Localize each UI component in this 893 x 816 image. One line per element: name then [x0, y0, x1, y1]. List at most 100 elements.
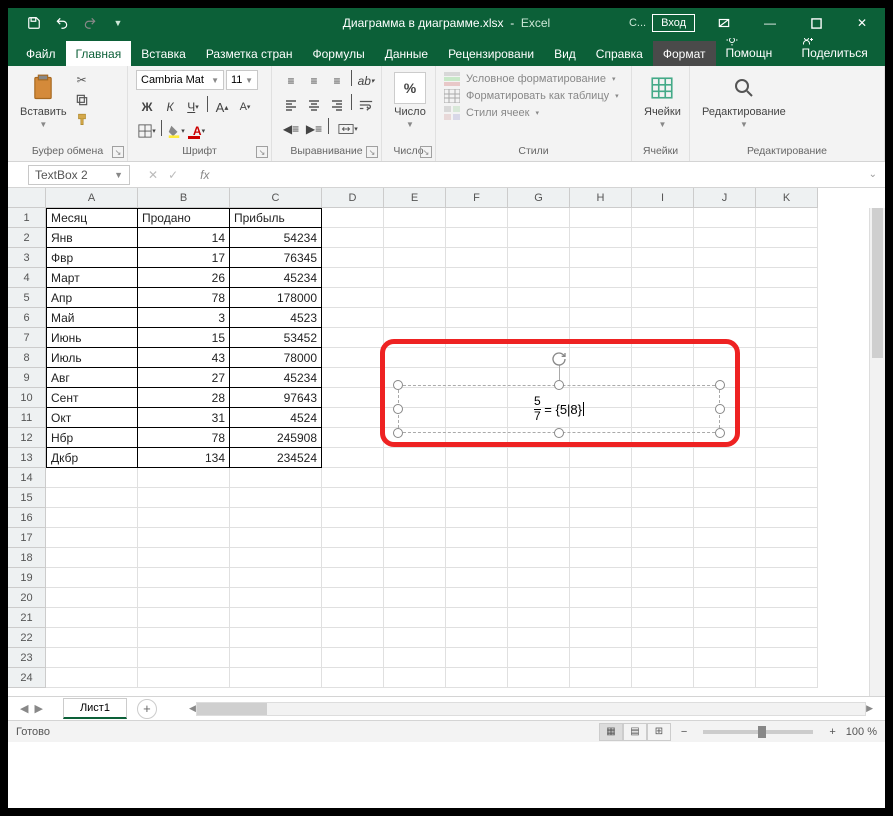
tab-review[interactable]: Рецензировани [438, 41, 544, 66]
cell[interactable] [756, 268, 818, 288]
grow-font-button[interactable]: A▴ [211, 96, 233, 118]
cell[interactable] [446, 288, 508, 308]
cell[interactable] [508, 628, 570, 648]
cell[interactable] [632, 628, 694, 648]
resize-handle[interactable] [393, 380, 403, 390]
cell[interactable] [508, 488, 570, 508]
cell[interactable] [508, 468, 570, 488]
zoom-out-button[interactable]: − [681, 726, 687, 738]
cell[interactable] [508, 228, 570, 248]
cell[interactable]: Окт [46, 408, 138, 428]
font-size-dropdown[interactable]: 11▼ [226, 70, 258, 90]
col-header[interactable]: I [632, 188, 694, 208]
cell[interactable] [230, 528, 322, 548]
cell[interactable] [138, 548, 230, 568]
cell[interactable] [756, 668, 818, 688]
cell[interactable] [508, 568, 570, 588]
cell[interactable] [756, 528, 818, 548]
cell[interactable] [632, 488, 694, 508]
cell[interactable] [632, 208, 694, 228]
fill-color-button[interactable]: ▾ [165, 120, 187, 142]
borders-button[interactable]: ▾ [136, 120, 158, 142]
wrap-button[interactable] [355, 94, 377, 116]
cell[interactable] [632, 248, 694, 268]
cell[interactable] [632, 448, 694, 468]
cell[interactable] [508, 588, 570, 608]
cell[interactable] [384, 248, 446, 268]
cell[interactable] [46, 528, 138, 548]
cell[interactable] [570, 248, 632, 268]
align-center-button[interactable] [303, 94, 325, 116]
cell[interactable] [570, 488, 632, 508]
cell[interactable] [138, 588, 230, 608]
orientation-button[interactable]: ab▾ [355, 70, 377, 92]
cell[interactable] [384, 288, 446, 308]
cell[interactable] [570, 208, 632, 228]
merge-button[interactable]: ▾ [332, 118, 364, 140]
cell[interactable] [570, 568, 632, 588]
row-header[interactable]: 6 [8, 308, 46, 328]
row-header[interactable]: 24 [8, 668, 46, 688]
cell[interactable]: 53452 [230, 328, 322, 348]
cell[interactable] [230, 548, 322, 568]
clipboard-dialog-icon[interactable]: ↘ [112, 146, 124, 158]
cell[interactable] [446, 468, 508, 488]
col-header[interactable]: F [446, 188, 508, 208]
select-all-corner[interactable] [8, 188, 46, 208]
cell[interactable] [384, 488, 446, 508]
row-header[interactable]: 15 [8, 488, 46, 508]
cell[interactable] [694, 448, 756, 468]
cell[interactable]: Авг [46, 368, 138, 388]
sheet-next-icon[interactable]: ▶ [34, 702, 42, 715]
cell[interactable] [446, 508, 508, 528]
resize-handle[interactable] [715, 428, 725, 438]
row-header[interactable]: 14 [8, 468, 46, 488]
row-header[interactable]: 22 [8, 628, 46, 648]
col-header[interactable]: H [570, 188, 632, 208]
cell[interactable] [446, 448, 508, 468]
view-layout-button[interactable]: ▤ [623, 723, 647, 741]
close-button[interactable]: ✕ [839, 8, 885, 38]
col-header[interactable]: C [230, 188, 322, 208]
cell[interactable] [446, 308, 508, 328]
cell[interactable] [694, 648, 756, 668]
cell[interactable] [322, 248, 384, 268]
cell[interactable] [570, 448, 632, 468]
cell[interactable] [446, 588, 508, 608]
cell[interactable] [230, 468, 322, 488]
tab-home[interactable]: Главная [66, 41, 132, 66]
cell[interactable] [322, 388, 384, 408]
cell[interactable]: Июнь [46, 328, 138, 348]
cell[interactable] [756, 328, 818, 348]
editing-button[interactable]: Редактирование ▼ [698, 70, 790, 131]
tab-data[interactable]: Данные [375, 41, 438, 66]
cell[interactable] [230, 628, 322, 648]
cell[interactable] [384, 648, 446, 668]
cell[interactable] [322, 608, 384, 628]
cell[interactable] [570, 308, 632, 328]
row-header[interactable]: 8 [8, 348, 46, 368]
resize-handle[interactable] [554, 380, 564, 390]
cell[interactable] [322, 568, 384, 588]
worksheet-grid[interactable]: ABCDEFGHIJK 1234567891011121314151617181… [8, 188, 885, 696]
view-pagebreak-button[interactable]: ⊞ [647, 723, 671, 741]
tab-view[interactable]: Вид [544, 41, 586, 66]
cell[interactable]: 26 [138, 268, 230, 288]
cell[interactable] [570, 628, 632, 648]
row-header[interactable]: 17 [8, 528, 46, 548]
cell[interactable] [570, 608, 632, 628]
cell[interactable] [446, 548, 508, 568]
zoom-slider[interactable] [703, 730, 813, 734]
cell[interactable] [46, 628, 138, 648]
row-header[interactable]: 18 [8, 548, 46, 568]
cell[interactable] [756, 568, 818, 588]
cell[interactable]: 31 [138, 408, 230, 428]
cell[interactable]: 78 [138, 428, 230, 448]
col-header[interactable]: E [384, 188, 446, 208]
row-header[interactable]: 12 [8, 428, 46, 448]
cell[interactable] [694, 248, 756, 268]
rotate-handle-icon[interactable] [551, 351, 567, 367]
cell[interactable] [694, 608, 756, 628]
cell[interactable] [322, 208, 384, 228]
cell[interactable] [632, 528, 694, 548]
